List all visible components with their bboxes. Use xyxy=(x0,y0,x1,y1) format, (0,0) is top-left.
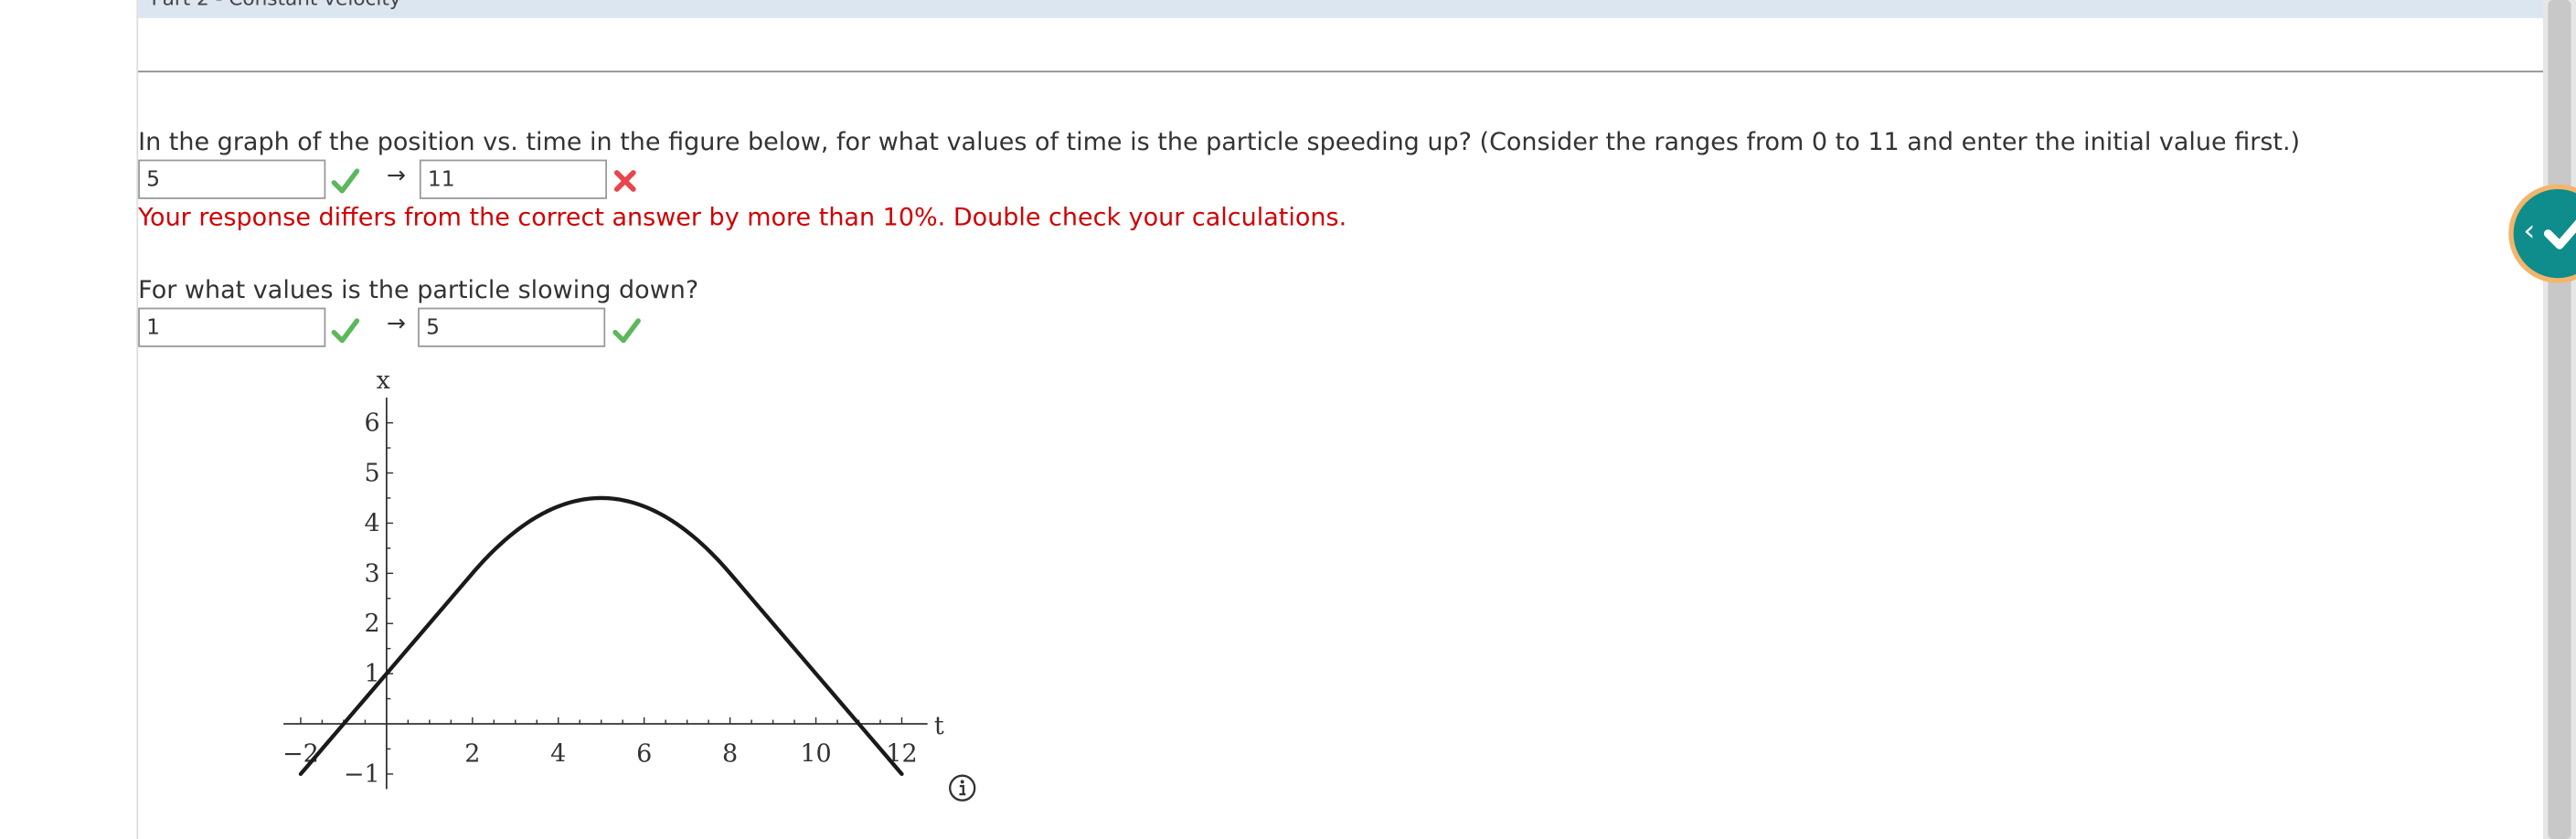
y-tick-label: 3 xyxy=(365,559,380,588)
part-label: Part 2 - Constant velocity xyxy=(152,0,401,10)
position-time-graph: −2 2 4 6 8 10 12−1123456xt xyxy=(282,366,944,790)
y-tick-label: −1 xyxy=(344,760,380,789)
y-tick-label: 6 xyxy=(365,409,380,438)
x-tick-label: 2 xyxy=(464,739,480,768)
x-tick-label: 4 xyxy=(550,739,566,768)
position-curve xyxy=(298,495,904,777)
x-tick-label: 6 xyxy=(636,739,652,768)
range-arrow: → xyxy=(386,163,406,189)
check-icon xyxy=(331,168,360,194)
q1-end-input[interactable] xyxy=(419,159,608,199)
x-tick-label: 8 xyxy=(722,739,738,768)
check-icon xyxy=(612,318,641,344)
y-axis-label: x xyxy=(377,366,390,395)
q1-start-input[interactable] xyxy=(138,159,326,199)
x-icon xyxy=(613,170,636,192)
check-icon xyxy=(331,318,360,344)
feedback-message: Your response differs from the correct a… xyxy=(138,202,1347,232)
range-arrow: → xyxy=(386,311,406,337)
part-header[interactable]: Part 2 - Constant velocity xyxy=(138,0,2544,18)
question-2-text: For what values is the particle slowing … xyxy=(138,274,699,304)
divider xyxy=(138,70,2544,73)
scrollbar-thumb[interactable] xyxy=(2548,0,2571,839)
q2-end-input[interactable] xyxy=(418,307,606,347)
y-tick-label: 4 xyxy=(365,509,380,537)
y-tick-label: 2 xyxy=(365,610,380,638)
x-tick-label: −2 xyxy=(282,739,319,768)
y-tick-label: 5 xyxy=(365,459,380,487)
x-tick-label: 10 xyxy=(800,739,831,768)
chevron-left-check-icon: ‹ xyxy=(2513,189,2576,279)
question-1-text: In the graph of the position vs. time in… xyxy=(138,126,2301,156)
x-axis-label: t xyxy=(934,712,944,740)
q2-start-input[interactable] xyxy=(138,307,326,347)
assistant-toggle-button[interactable]: ‹ xyxy=(2508,184,2576,283)
info-icon[interactable] xyxy=(948,773,977,802)
